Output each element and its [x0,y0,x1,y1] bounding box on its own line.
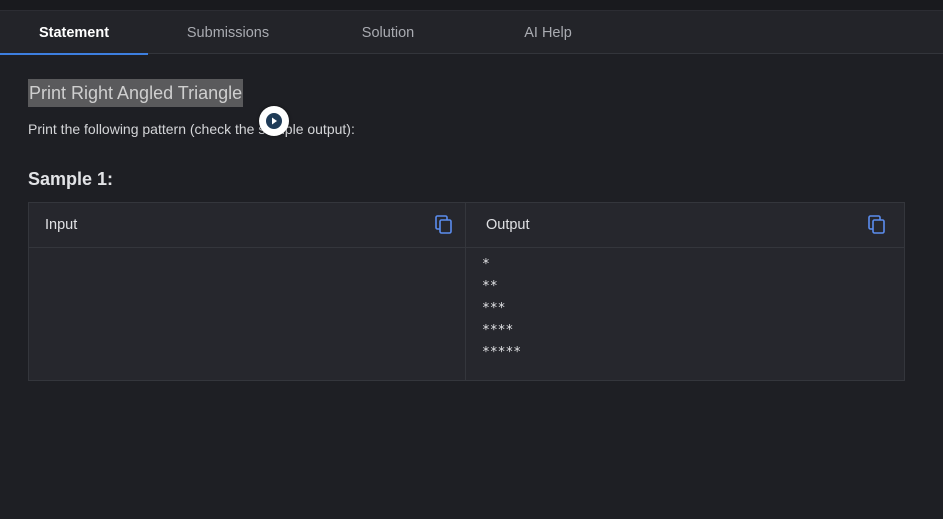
copy-icon [435,215,452,234]
tab-statement[interactable]: Statement [0,11,148,55]
output-line: *** [482,301,506,316]
copy-input-button[interactable] [435,215,453,235]
output-line: ***** [482,345,522,360]
sample-output-header: Output [466,203,904,248]
copy-icon [868,215,885,234]
sample-table: Input Output * ** *** **** ***** [28,202,905,381]
tab-submissions-label: Submissions [186,24,270,41]
sample-input-header: Input [29,203,465,248]
sample-input-content [29,248,465,254]
problem-description: Print the following pattern (check the s… [28,121,355,137]
window-top-strip [0,0,943,11]
sample-output-content: * ** *** **** ***** [466,248,904,364]
copy-output-button[interactable] [868,215,886,235]
input-label: Input [45,217,78,233]
sample-input-column: Input [29,203,466,380]
active-tab-underline [0,53,148,55]
tab-bar: Statement Submissions Solution AI Help [0,11,943,55]
tab-solution[interactable]: Solution [308,11,468,54]
tab-ai-help-label: AI Help [524,24,572,41]
output-label: Output [486,217,530,233]
play-icon [266,113,282,129]
floating-action-button[interactable] [259,106,289,136]
tab-solution-label: Solution [361,24,415,41]
tab-statement-label: Statement [38,24,110,41]
tab-submissions[interactable]: Submissions [148,11,308,54]
problem-title: Print Right Angled Triangle [28,79,244,107]
output-line: * [482,257,490,272]
tab-ai-help[interactable]: AI Help [468,11,628,54]
sample-heading: Sample 1: [28,169,114,189]
sample-output-column: Output * ** *** **** ***** [466,203,904,380]
output-line: ** [482,279,498,294]
output-line: **** [482,323,514,338]
